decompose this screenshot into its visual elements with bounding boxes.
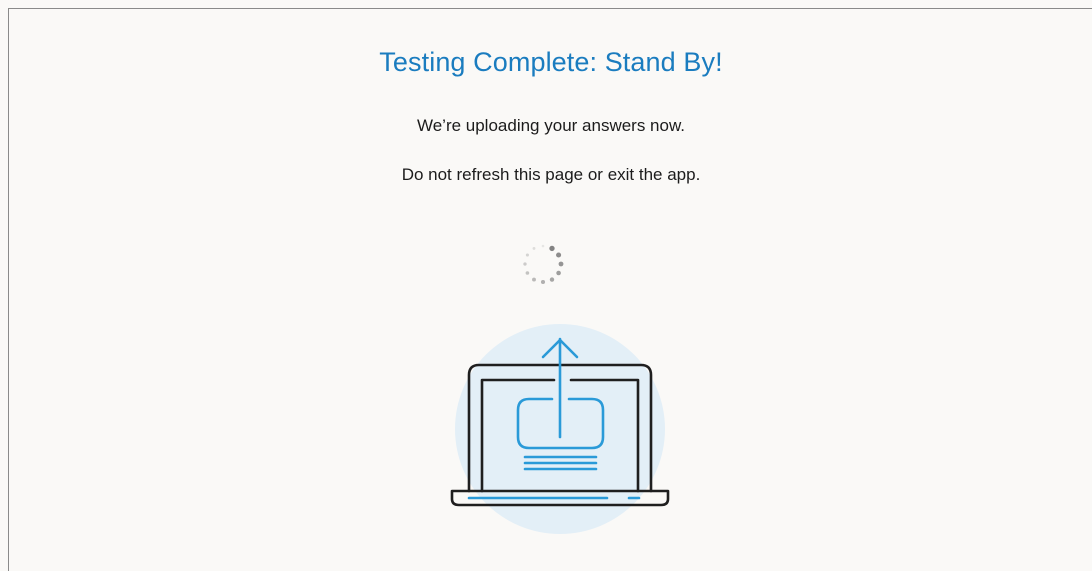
laptop-upload-icon <box>450 324 670 534</box>
spinner-dot <box>556 270 561 276</box>
warning-message: Do not refresh this page or exit the app… <box>401 165 701 184</box>
page-title: Testing Complete: Stand By! <box>379 47 723 77</box>
spinner-dot <box>541 244 545 248</box>
spinner-dot <box>556 252 562 258</box>
spinner-dot <box>532 246 536 250</box>
spinner-dot <box>540 279 546 285</box>
upload-message: We’re uploading your answers now. <box>416 116 686 135</box>
loading-spinner-icon <box>523 244 564 285</box>
spinner-dot <box>558 261 564 267</box>
spinner-dot <box>525 253 529 257</box>
spinner-dot <box>549 245 555 252</box>
spinner-dot <box>523 262 527 266</box>
spinner-dot <box>532 277 536 282</box>
upload-status-panel: Testing Complete: Stand By! We’re upload… <box>8 8 1092 571</box>
spinner-dot <box>525 271 530 275</box>
spinner-dot <box>549 277 555 282</box>
